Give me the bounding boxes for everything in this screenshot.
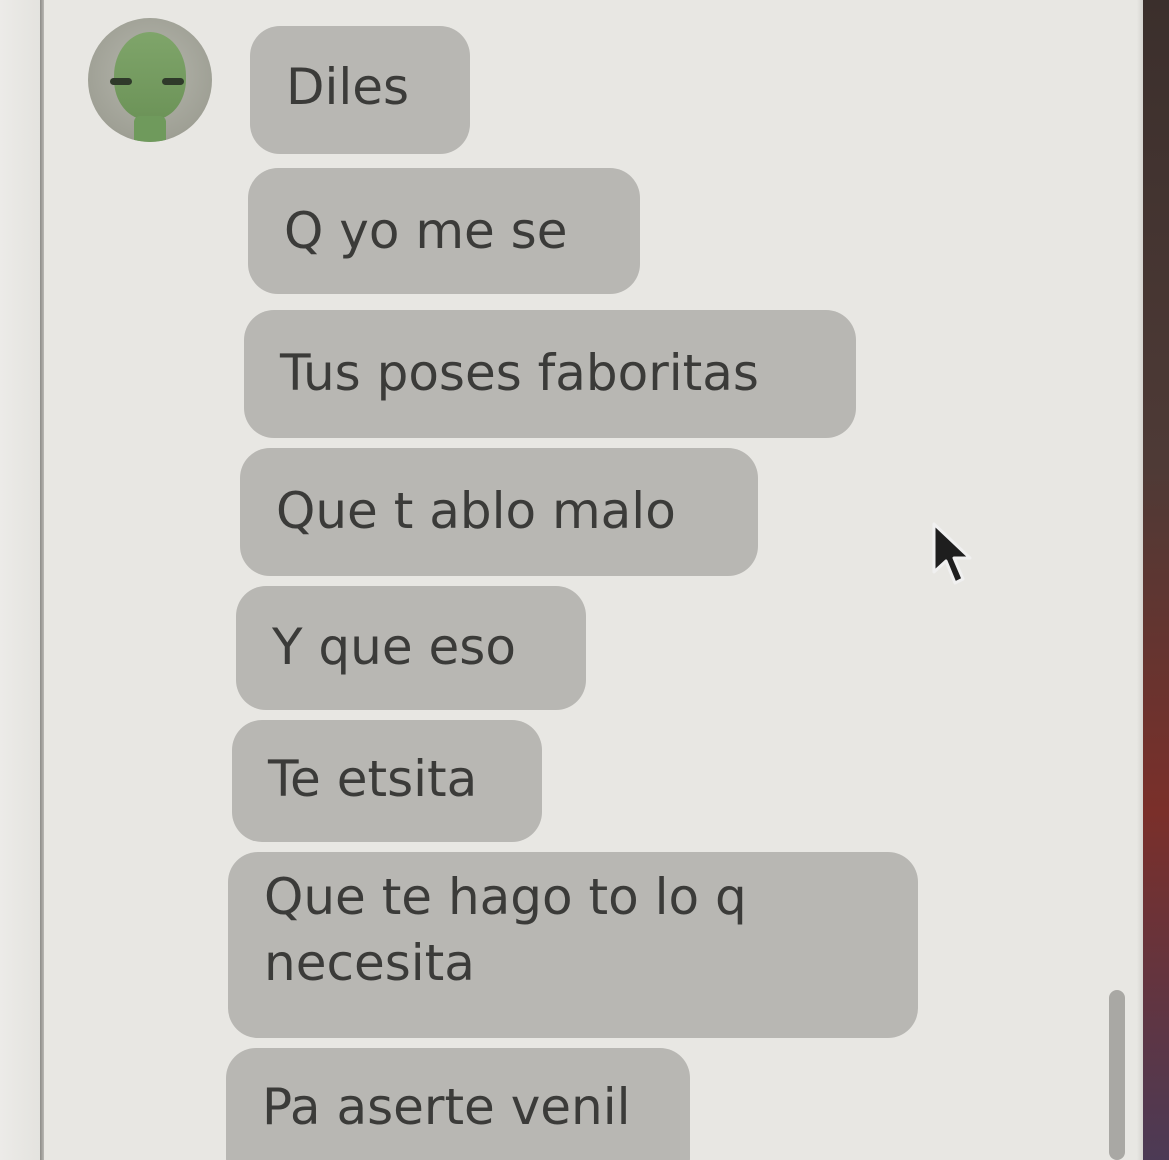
- alien-avatar-icon[interactable]: [88, 18, 212, 142]
- screen: Diles Q yo me se Tus poses faboritas Que…: [0, 0, 1169, 1160]
- message-bubble[interactable]: Que te hago to lo q necesita: [228, 852, 918, 1038]
- screen-bezel-edge: [1143, 0, 1169, 1160]
- avatar-head: [114, 32, 186, 120]
- message-bubble[interactable]: Pa aserte venil: [226, 1048, 690, 1160]
- message-bubble[interactable]: Tus poses faboritas: [244, 310, 856, 438]
- message-bubble[interactable]: Q yo me se: [248, 168, 640, 294]
- avatar-eye-left: [110, 78, 132, 85]
- message-bubble[interactable]: Te etsita: [232, 720, 542, 842]
- message-bubble[interactable]: Diles: [250, 26, 470, 154]
- left-sidebar-edge: [0, 0, 40, 1160]
- chat-scrollbar[interactable]: [1109, 990, 1125, 1160]
- mouse-pointer-icon: [932, 522, 972, 585]
- message-bubble[interactable]: Que t ablo malo: [240, 448, 758, 576]
- avatar-neck: [134, 116, 166, 142]
- avatar-eye-right: [162, 78, 184, 85]
- message-bubble[interactable]: Y que eso: [236, 586, 586, 710]
